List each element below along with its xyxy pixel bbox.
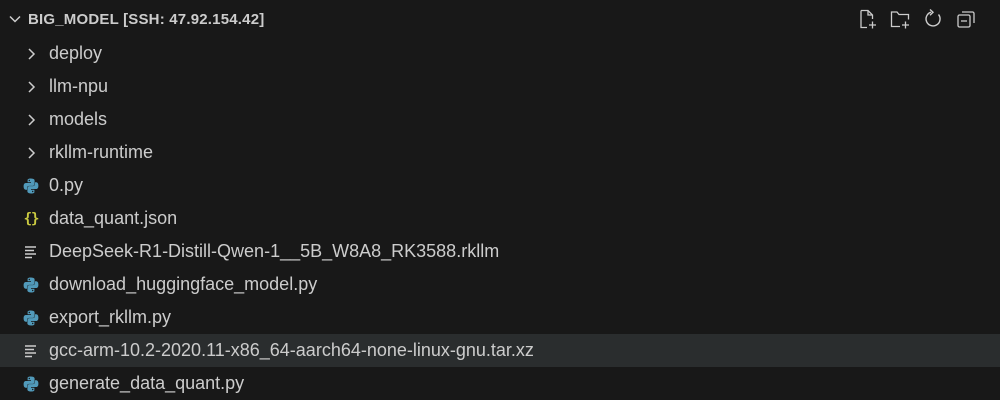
tree-item-0-py[interactable]: 0.py bbox=[0, 169, 1000, 202]
collapse-all-icon[interactable] bbox=[954, 7, 978, 31]
tree-item-data-quant-json[interactable]: {} data_quant.json bbox=[0, 202, 1000, 235]
chevron-down-icon[interactable] bbox=[8, 12, 22, 26]
text-file-icon bbox=[22, 342, 40, 360]
tree-item-export-rkllm-py[interactable]: export_rkllm.py bbox=[0, 301, 1000, 334]
tree-item-deepseek-rkllm[interactable]: DeepSeek-R1-Distill-Qwen-1__5B_W8A8_RK35… bbox=[0, 235, 1000, 268]
refresh-icon[interactable] bbox=[921, 7, 945, 31]
tree-item-label: data_quant.json bbox=[49, 208, 178, 228]
tree-item-download-huggingface-model-py[interactable]: download_huggingface_model.py bbox=[0, 268, 1000, 301]
tree-item-llm-npu[interactable]: llm-npu bbox=[0, 70, 1000, 103]
tree-item-label: rkllm-runtime bbox=[49, 142, 154, 162]
python-icon bbox=[22, 375, 40, 393]
tree-item-generate-data-quant-py[interactable]: generate_data_quant.py bbox=[0, 367, 1000, 400]
tree-item-label: models bbox=[49, 109, 108, 129]
tree-item-label: generate_data_quant.py bbox=[49, 373, 245, 393]
chevron-right-icon bbox=[22, 45, 40, 63]
explorer-panel: BIG_MODEL [SSH: 47.92.154.42] deploy llm… bbox=[0, 0, 1000, 400]
file-tree: deploy llm-npu models rkllm-runtime 0.py… bbox=[0, 37, 1000, 400]
workspace-title: BIG_MODEL [SSH: 47.92.154.42] bbox=[28, 10, 265, 28]
json-icon: {} bbox=[22, 210, 40, 228]
explorer-header[interactable]: BIG_MODEL [SSH: 47.92.154.42] bbox=[0, 0, 1000, 38]
tree-item-label: llm-npu bbox=[49, 76, 109, 96]
text-file-icon bbox=[22, 243, 40, 261]
chevron-right-icon bbox=[22, 144, 40, 162]
chevron-right-icon bbox=[22, 78, 40, 96]
chevron-right-icon bbox=[22, 111, 40, 129]
tree-item-label: export_rkllm.py bbox=[49, 307, 172, 327]
tree-item-deploy[interactable]: deploy bbox=[0, 37, 1000, 70]
python-icon bbox=[22, 276, 40, 294]
explorer-actions bbox=[855, 7, 978, 31]
tree-item-label: download_huggingface_model.py bbox=[49, 274, 318, 294]
tree-item-label: DeepSeek-R1-Distill-Qwen-1__5B_W8A8_RK35… bbox=[49, 241, 500, 261]
tree-item-label: deploy bbox=[49, 43, 103, 63]
python-icon bbox=[22, 309, 40, 327]
json-glyph: {} bbox=[23, 211, 40, 227]
tree-item-label: 0.py bbox=[49, 175, 84, 195]
new-file-icon[interactable] bbox=[855, 7, 879, 31]
tree-item-models[interactable]: models bbox=[0, 103, 1000, 136]
new-folder-icon[interactable] bbox=[888, 7, 912, 31]
python-icon bbox=[22, 177, 40, 195]
tree-item-rkllm-runtime[interactable]: rkllm-runtime bbox=[0, 136, 1000, 169]
tree-item-gcc-arm-tar-xz[interactable]: gcc-arm-10.2-2020.11-x86_64-aarch64-none… bbox=[0, 334, 1000, 367]
tree-item-label: gcc-arm-10.2-2020.11-x86_64-aarch64-none… bbox=[49, 340, 534, 360]
